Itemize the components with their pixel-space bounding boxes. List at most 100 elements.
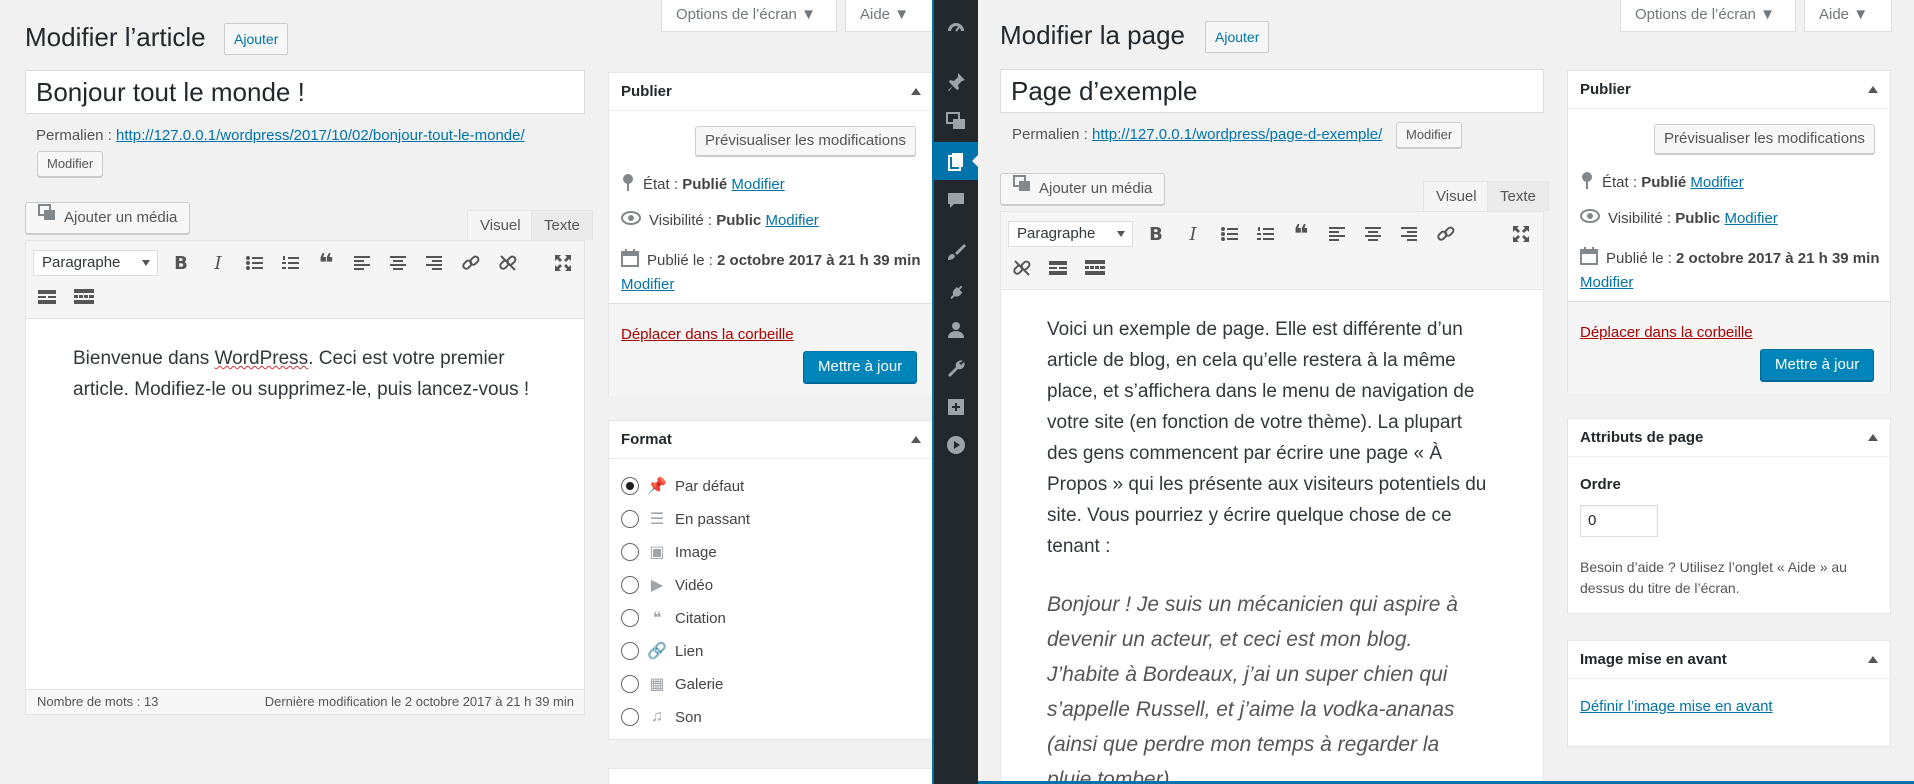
numbered-list-icon[interactable]: [1253, 222, 1277, 246]
tools-wrench-icon[interactable]: [946, 358, 966, 378]
update-button[interactable]: Mettre à jour: [1760, 349, 1875, 381]
radio-button[interactable]: [621, 576, 639, 594]
page-title-input[interactable]: Page d’exemple: [1000, 69, 1544, 113]
post-content[interactable]: Bienvenue dans WordPress. Ceci est votre…: [73, 343, 553, 405]
edit-status-link[interactable]: Modifier: [731, 176, 784, 193]
set-featured-image-link[interactable]: Définir l’image mise en avant: [1580, 698, 1773, 715]
format-select[interactable]: Paragraphe: [33, 250, 158, 276]
radio-button[interactable]: [621, 543, 639, 561]
bold-icon[interactable]: B: [169, 251, 193, 275]
video-play-icon[interactable]: [946, 435, 966, 455]
tab-visual[interactable]: Visuel: [1423, 181, 1490, 211]
format-option[interactable]: ☰ En passant: [621, 509, 750, 529]
align-right-icon[interactable]: [422, 251, 446, 275]
screen-options-button[interactable]: Options de l’écran ▼: [661, 0, 837, 32]
edit-slug-button[interactable]: Modifier: [37, 151, 104, 177]
page-content[interactable]: Voici un exemple de page. Elle est diffé…: [1047, 314, 1527, 784]
order-label: Ordre: [1580, 476, 1621, 493]
radio-button[interactable]: [621, 510, 639, 528]
featured-image-header[interactable]: Image mise en avant: [1568, 641, 1890, 679]
align-left-icon[interactable]: [350, 251, 374, 275]
plugins-icon[interactable]: [946, 282, 966, 302]
format-option[interactable]: ♫ Son: [621, 707, 702, 727]
radio-button[interactable]: [621, 609, 639, 627]
update-button[interactable]: Mettre à jour: [803, 351, 918, 383]
edit-date-link[interactable]: Modifier: [621, 276, 674, 293]
preview-button[interactable]: Prévisualiser les modifications: [695, 126, 916, 156]
appearance-brush-icon[interactable]: [946, 242, 966, 262]
trash-link[interactable]: Déplacer dans la corbeille: [1580, 324, 1753, 341]
edit-slug-button[interactable]: Modifier: [1396, 122, 1463, 148]
collapse-arrow-icon[interactable]: [1868, 656, 1878, 663]
align-left-icon[interactable]: [1325, 222, 1349, 246]
collapse-arrow-icon[interactable]: [911, 436, 921, 443]
radio-button[interactable]: [621, 642, 639, 660]
fullscreen-icon[interactable]: [551, 251, 575, 275]
collapse-arrow-icon[interactable]: [1868, 86, 1878, 93]
settings-icon[interactable]: [946, 397, 966, 417]
format-box-header[interactable]: Format: [609, 421, 932, 459]
tab-text[interactable]: Texte: [531, 210, 593, 240]
radio-button[interactable]: [621, 477, 639, 495]
align-right-icon[interactable]: [1397, 222, 1421, 246]
bold-icon[interactable]: B: [1144, 222, 1168, 246]
media-icon[interactable]: [946, 111, 966, 131]
tab-text[interactable]: Texte: [1487, 181, 1549, 211]
fullscreen-icon[interactable]: [1509, 222, 1533, 246]
users-icon[interactable]: [946, 320, 966, 340]
radio-button[interactable]: [621, 708, 639, 726]
permalink-link[interactable]: http://127.0.0.1/wordpress/2017/10/02/bo…: [116, 127, 525, 144]
post-title-input[interactable]: Bonjour tout le monde !: [25, 70, 585, 114]
blockquote-icon[interactable]: ❝: [1289, 219, 1313, 249]
edit-visibility-link[interactable]: Modifier: [765, 212, 818, 229]
unlink-icon[interactable]: [1010, 256, 1034, 280]
bullet-list-icon[interactable]: [1217, 222, 1241, 246]
preview-button[interactable]: Prévisualiser les modifications: [1654, 124, 1875, 154]
help-button[interactable]: Aide ▼: [1804, 0, 1892, 32]
edit-visibility-link[interactable]: Modifier: [1724, 210, 1777, 227]
publish-box-header[interactable]: Publier: [609, 73, 932, 111]
edit-date-link[interactable]: Modifier: [1580, 274, 1633, 291]
unlink-icon[interactable]: [496, 251, 520, 275]
format-option[interactable]: ❝ Citation: [621, 608, 726, 628]
read-more-icon[interactable]: [1046, 256, 1070, 280]
posts-pin-icon[interactable]: [946, 72, 966, 92]
numbered-list-icon[interactable]: [278, 251, 302, 275]
format-option[interactable]: 🔗 Lien: [621, 641, 703, 661]
tab-visual[interactable]: Visuel: [467, 210, 534, 240]
dashboard-icon[interactable]: [946, 20, 966, 40]
add-media-button[interactable]: Ajouter un média: [25, 202, 191, 234]
order-input[interactable]: 0: [1580, 505, 1658, 537]
italic-icon[interactable]: I: [206, 251, 230, 275]
help-button[interactable]: Aide ▼: [845, 0, 932, 32]
permalink-link[interactable]: http://127.0.0.1/wordpress/page-d-exempl…: [1092, 126, 1382, 143]
format-option[interactable]: ▶ Vidéo: [621, 575, 713, 595]
screen-options-button[interactable]: Options de l’écran ▼: [1620, 0, 1796, 32]
pages-icon[interactable]: [934, 142, 979, 180]
format-option[interactable]: ▣ Image: [621, 542, 717, 562]
toolbar-toggle-icon[interactable]: [1083, 256, 1107, 280]
edit-status-link[interactable]: Modifier: [1690, 174, 1743, 191]
collapse-arrow-icon[interactable]: [911, 88, 921, 95]
add-new-button[interactable]: Ajouter: [224, 23, 289, 55]
add-new-button[interactable]: Ajouter: [1205, 21, 1270, 53]
link-icon[interactable]: [1434, 222, 1458, 246]
bullet-list-icon[interactable]: [242, 251, 266, 275]
blockquote-icon[interactable]: ❝: [314, 248, 338, 278]
format-option[interactable]: ▦ Galerie: [621, 674, 723, 694]
read-more-icon[interactable]: [35, 285, 59, 309]
align-center-icon[interactable]: [1361, 222, 1385, 246]
page-attributes-header[interactable]: Attributs de page: [1568, 419, 1890, 457]
add-media-button[interactable]: Ajouter un média: [1000, 173, 1166, 205]
collapse-arrow-icon[interactable]: [1868, 434, 1878, 441]
comments-icon[interactable]: [946, 190, 966, 210]
trash-link[interactable]: Déplacer dans la corbeille: [621, 326, 794, 343]
format-select[interactable]: Paragraphe: [1008, 221, 1133, 247]
toolbar-toggle-icon[interactable]: [72, 285, 96, 309]
link-icon[interactable]: [459, 251, 483, 275]
align-center-icon[interactable]: [386, 251, 410, 275]
publish-box-header[interactable]: Publier: [1568, 71, 1890, 109]
radio-button[interactable]: [621, 675, 639, 693]
italic-icon[interactable]: I: [1181, 222, 1205, 246]
format-option[interactable]: 📌 Par défaut: [621, 476, 744, 496]
